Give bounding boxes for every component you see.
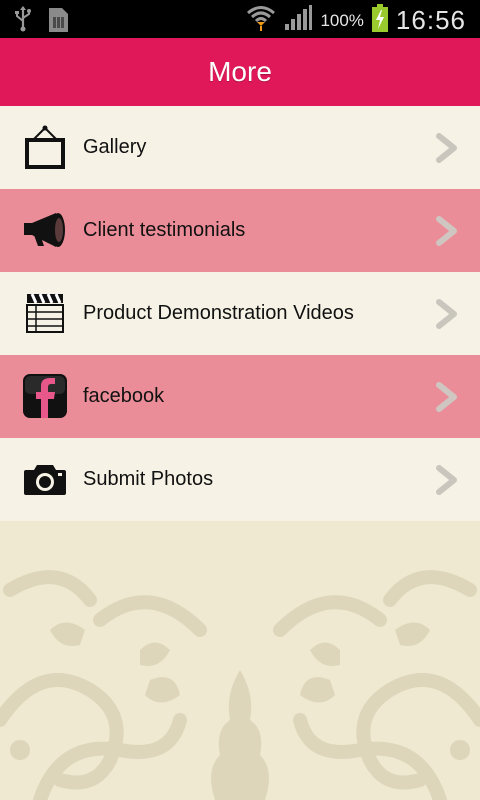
camera-icon [22,455,68,503]
chevron-right-icon [434,382,460,412]
picture-frame-icon [22,123,68,171]
clock: 16:56 [395,5,466,35]
sim-card-icon [46,6,70,39]
clapperboard-icon [22,289,68,337]
menu-item-gallery[interactable]: Gallery [0,106,480,189]
menu-item-label: Client testimonials [83,219,246,241]
facebook-icon [22,372,68,420]
app-header: More [0,38,480,106]
menu-item-label: Gallery [83,136,147,158]
megaphone-icon [22,206,68,254]
wifi-icon [246,4,276,37]
page-title: More [208,56,272,87]
usb-icon [14,6,32,39]
floral-background-ornament [0,520,480,800]
battery-percent: 100% [320,10,364,30]
chevron-right-icon [434,299,460,329]
menu-item-label: Product Demonstration Videos [83,302,354,324]
menu-item-submit-photos[interactable]: Submit Photos [0,438,480,521]
signal-icon [284,5,313,36]
chevron-right-icon [434,465,460,495]
menu-item-label: Submit Photos [83,468,214,490]
chevron-right-icon [434,216,460,246]
chevron-right-icon [434,133,460,163]
menu-item-facebook[interactable]: facebook [0,355,480,438]
menu-item-product-videos[interactable]: Product Demonstration Videos [0,272,480,355]
menu-item-client-testimonials[interactable]: Client testimonials [0,189,480,272]
status-bar: 100% 16:56 [0,0,480,38]
menu-list: Gallery Client testimonials Product Demo… [0,106,480,521]
menu-item-label: facebook [83,385,165,407]
battery-charging-icon [371,4,388,37]
